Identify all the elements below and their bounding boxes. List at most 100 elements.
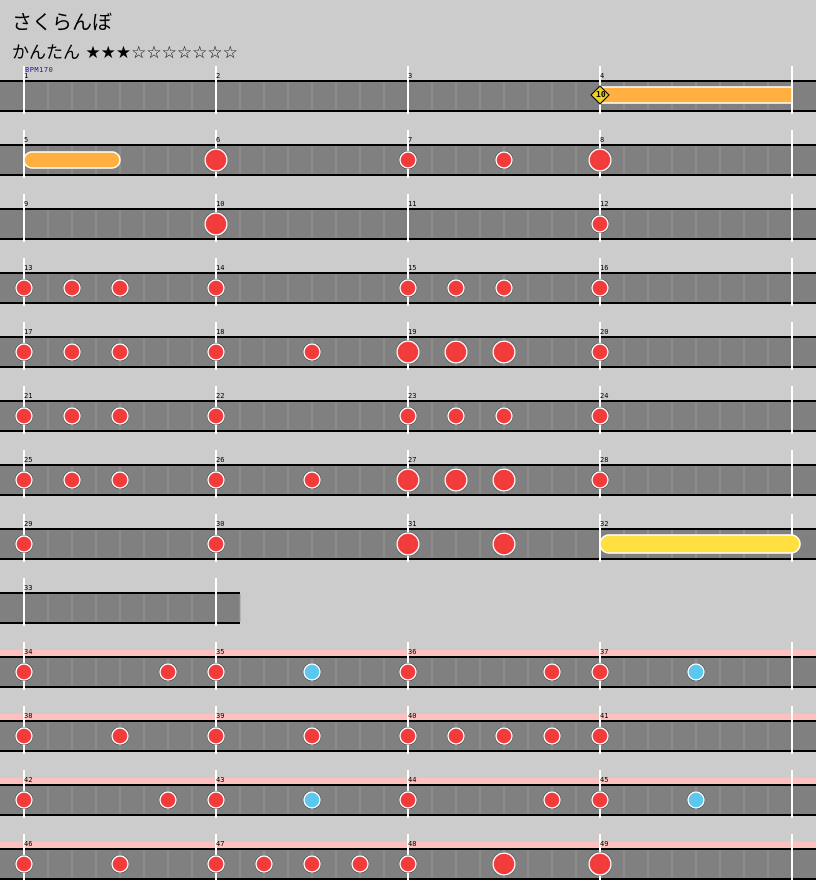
big-don-note	[588, 148, 612, 172]
ka-note	[303, 791, 321, 809]
measure-number: 22	[216, 392, 224, 400]
don-note	[591, 471, 609, 489]
don-note	[591, 663, 609, 681]
big-don-note	[396, 468, 420, 492]
measure-number: 37	[600, 648, 608, 656]
drumroll	[23, 151, 121, 169]
don-note	[159, 791, 177, 809]
measure-number: 16	[600, 264, 608, 272]
don-note	[111, 343, 129, 361]
don-note	[15, 791, 33, 809]
don-note	[399, 407, 417, 425]
measure-number: 47	[216, 840, 224, 848]
measure-number: 27	[408, 456, 416, 464]
don-note	[15, 471, 33, 489]
don-note	[15, 855, 33, 873]
don-note	[255, 855, 273, 873]
don-note	[207, 727, 225, 745]
measure-number: 11	[408, 200, 416, 208]
measure-number: 36	[408, 648, 416, 656]
don-note	[399, 663, 417, 681]
bpm-label: BPM170	[25, 66, 54, 74]
don-note	[591, 407, 609, 425]
big-don-note	[396, 532, 420, 556]
don-note	[207, 471, 225, 489]
don-note	[207, 279, 225, 297]
don-note	[15, 535, 33, 553]
measure-number: 45	[600, 776, 608, 784]
don-note	[111, 727, 129, 745]
don-note	[111, 407, 129, 425]
measure-number: 14	[216, 264, 224, 272]
don-note	[207, 791, 225, 809]
measure-number: 12	[600, 200, 608, 208]
don-note	[159, 663, 177, 681]
measure-number: 41	[600, 712, 608, 720]
measure-number: 20	[600, 328, 608, 336]
measure-number: 18	[216, 328, 224, 336]
measure-number: 44	[408, 776, 416, 784]
don-note	[447, 279, 465, 297]
measure-number: 7	[408, 136, 412, 144]
don-note	[591, 727, 609, 745]
don-note	[495, 279, 513, 297]
ka-note	[303, 663, 321, 681]
don-note	[495, 727, 513, 745]
don-note	[207, 855, 225, 873]
big-don-note	[204, 148, 228, 172]
measure-number: 49	[600, 840, 608, 848]
don-note	[591, 279, 609, 297]
don-note	[207, 343, 225, 361]
don-note	[15, 343, 33, 361]
balloon-count: 10	[596, 90, 606, 99]
big-don-note	[492, 852, 516, 876]
don-note	[15, 663, 33, 681]
don-note	[543, 791, 561, 809]
don-note	[399, 279, 417, 297]
measure-number: 46	[24, 840, 32, 848]
score-chart: 1 2 3 4105 6 7 89 10 11 1213 14 15 1617 18 19 2021 22 23 2…	[0, 66, 816, 880]
big-don-note	[492, 340, 516, 364]
measure-number: 24	[600, 392, 608, 400]
big-don-note	[492, 468, 516, 492]
big-don-note	[444, 468, 468, 492]
don-note	[15, 727, 33, 745]
measure-number: 34	[24, 648, 32, 656]
don-note	[495, 407, 513, 425]
don-note	[543, 727, 561, 745]
don-note	[111, 471, 129, 489]
measure-number: 28	[600, 456, 608, 464]
ka-note	[687, 663, 705, 681]
big-don-note	[588, 852, 612, 876]
don-note	[303, 343, 321, 361]
measure-number: 17	[24, 328, 32, 336]
measure-number: 19	[408, 328, 416, 336]
measure-number: 10	[216, 200, 224, 208]
don-note	[591, 343, 609, 361]
don-note	[303, 471, 321, 489]
measure-number: 48	[408, 840, 416, 848]
measure-number: 32	[600, 520, 608, 528]
don-note	[495, 151, 513, 169]
measure-number: 42	[24, 776, 32, 784]
don-note	[63, 407, 81, 425]
don-note	[447, 727, 465, 745]
measure-number: 4	[600, 72, 604, 80]
don-note	[63, 279, 81, 297]
don-note	[399, 151, 417, 169]
don-note	[207, 407, 225, 425]
don-note	[63, 471, 81, 489]
measure-number: 29	[24, 520, 32, 528]
measure-number: 30	[216, 520, 224, 528]
measure-number: 33	[24, 584, 32, 592]
don-note	[591, 791, 609, 809]
don-note	[63, 343, 81, 361]
don-note	[447, 407, 465, 425]
measure-number: 39	[216, 712, 224, 720]
measure-number: 8	[600, 136, 604, 144]
big-don-note	[204, 212, 228, 236]
don-note	[591, 215, 609, 233]
big-drumroll	[599, 534, 801, 554]
measure-number: 21	[24, 392, 32, 400]
don-note	[111, 279, 129, 297]
